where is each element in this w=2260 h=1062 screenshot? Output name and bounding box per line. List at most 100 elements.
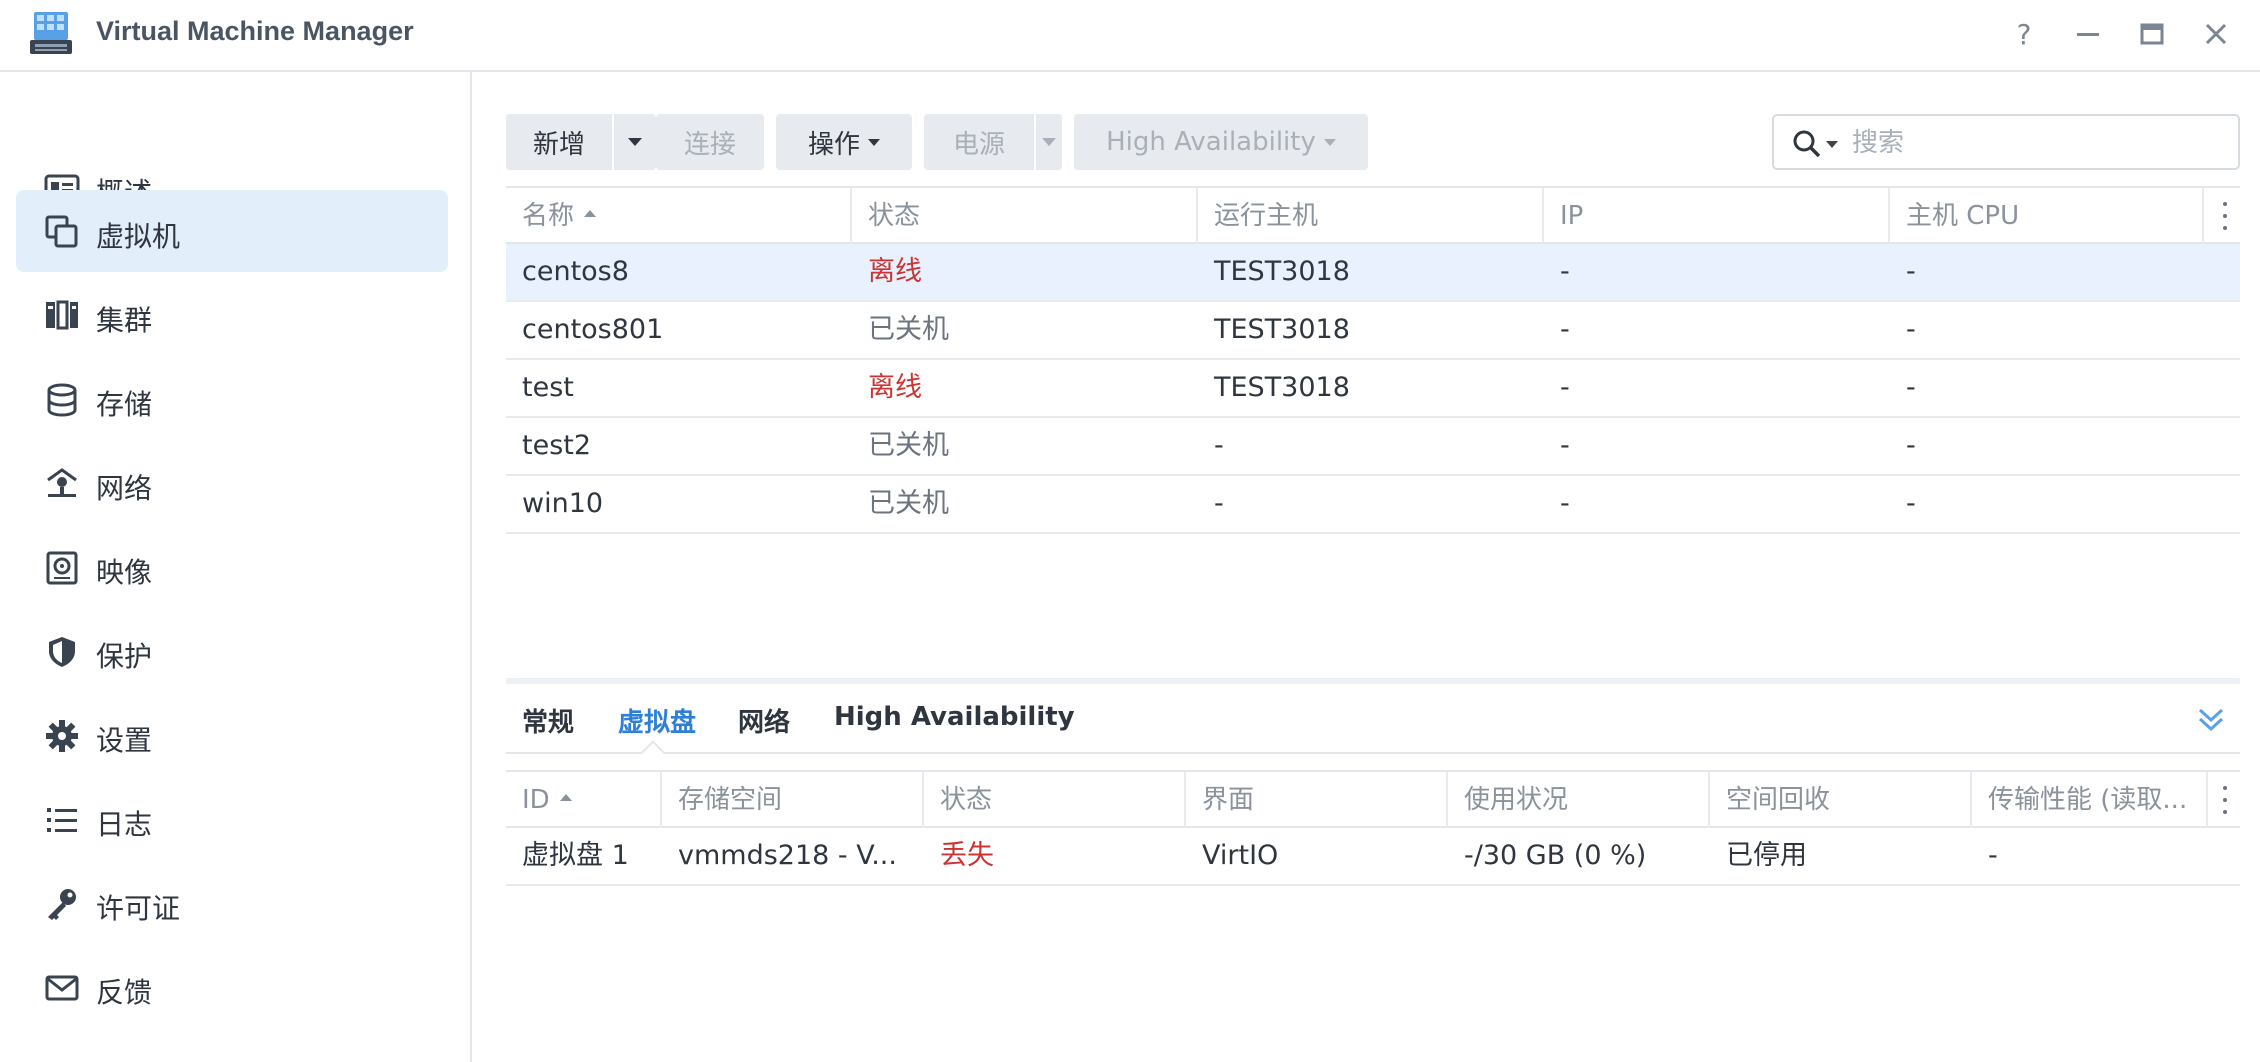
minimize-icon <box>2077 33 2099 36</box>
gear-icon <box>46 720 78 752</box>
vm-host: TEST3018 <box>1214 372 1350 403</box>
sidebar-item-storage[interactable]: 存储 <box>16 358 448 440</box>
disk-table: ID 存储空间 状态 界面 使用状况 空间回收 传输性能 (读取... 虚拟盘 … <box>506 770 2240 886</box>
app-logo-icon <box>30 12 72 54</box>
vm-host: TEST3018 <box>1214 256 1350 287</box>
power-dropdown-button[interactable] <box>1036 114 1062 170</box>
sidebar-item-label: 网络 <box>96 472 153 505</box>
add-dropdown-button[interactable] <box>614 114 656 170</box>
disk-usage: -/30 GB (0 %) <box>1464 840 1647 871</box>
network-icon <box>47 468 77 497</box>
sidebar-item-feedback[interactable]: 反馈 <box>16 946 448 1028</box>
vm-status: 离线 <box>868 372 922 403</box>
column-header-reclaim[interactable]: 空间回收 <box>1710 772 1972 828</box>
column-header-status[interactable]: 状态 <box>852 188 1198 244</box>
sidebar-item-label: 反馈 <box>96 976 153 1009</box>
search-box[interactable] <box>1772 114 2240 170</box>
sidebar-item-network[interactable]: 网络 <box>16 442 448 524</box>
high-availability-button[interactable]: High Availability <box>1074 114 1368 170</box>
column-menu-icon[interactable] <box>2220 786 2230 814</box>
tab-high-availability[interactable]: High Availability <box>834 702 1075 732</box>
sidebar-item-virtual-machine[interactable]: 虚拟机 <box>16 190 448 272</box>
cluster-icon <box>46 300 78 330</box>
disk-status: 丢失 <box>940 840 994 871</box>
vm-ip: - <box>1560 372 1570 403</box>
vm-cpu: - <box>1906 430 1916 461</box>
help-button[interactable]: ? <box>2004 14 2044 54</box>
vm-table-header: 名称 状态 运行主机 IP 主机 CPU <box>506 186 2240 244</box>
vm-status: 已关机 <box>868 314 949 345</box>
column-menu-icon[interactable] <box>2220 202 2230 230</box>
maximize-button[interactable] <box>2132 14 2172 54</box>
virtual-machine-icon <box>45 215 78 248</box>
tab-network[interactable]: 网络 <box>738 702 790 739</box>
sidebar-item-label: 设置 <box>96 724 153 757</box>
column-header-status[interactable]: 状态 <box>924 772 1186 828</box>
sidebar: 概述 虚拟机 集群 存储 网络 映像 保护 设置 日志 许可证 反馈 <box>0 72 472 1062</box>
column-header-host[interactable]: 运行主机 <box>1198 188 1544 244</box>
column-header-id[interactable]: ID <box>506 772 662 828</box>
sidebar-item-log[interactable]: 日志 <box>16 778 448 860</box>
sidebar-item-settings[interactable]: 设置 <box>16 694 448 776</box>
disk-storage: vmmds218 - V... <box>678 840 897 871</box>
close-button[interactable] <box>2196 14 2236 54</box>
close-icon <box>2205 23 2227 45</box>
column-header-performance[interactable]: 传输性能 (读取... <box>1972 772 2208 828</box>
search-options-caret-icon[interactable] <box>1826 141 1838 148</box>
disk-id: 虚拟盘 1 <box>522 840 629 871</box>
vm-host: - <box>1214 488 1224 519</box>
vm-ip: - <box>1560 314 1570 345</box>
vm-table: 名称 状态 运行主机 IP 主机 CPU centos8 离线 TEST3018… <box>506 186 2240 534</box>
table-row[interactable]: test 离线 TEST3018 - - <box>506 360 2240 418</box>
vm-status: 离线 <box>868 256 922 287</box>
table-row[interactable]: win10 已关机 - - - <box>506 476 2240 534</box>
list-icon <box>47 808 77 832</box>
column-header-interface[interactable]: 界面 <box>1186 772 1448 828</box>
sidebar-item-label: 虚拟机 <box>96 220 181 253</box>
vm-ip: - <box>1560 256 1570 287</box>
table-row[interactable]: centos8 离线 TEST3018 - - <box>506 244 2240 302</box>
column-header-ip[interactable]: IP <box>1544 188 1890 244</box>
mail-icon <box>45 975 79 1001</box>
sidebar-item-label: 映像 <box>96 556 153 589</box>
high-availability-label: High Availability <box>1106 127 1316 157</box>
sidebar-item-license[interactable]: 许可证 <box>16 862 448 944</box>
disk-performance: - <box>1988 840 1998 871</box>
sidebar-item-label: 日志 <box>96 808 153 841</box>
sidebar-item-cluster[interactable]: 集群 <box>16 274 448 356</box>
active-tab-pointer <box>640 740 666 766</box>
collapse-panel-icon[interactable] <box>2196 704 2226 734</box>
sidebar-item-label: 许可证 <box>96 892 181 925</box>
tab-general[interactable]: 常规 <box>522 702 574 739</box>
sidebar-item-protection[interactable]: 保护 <box>16 610 448 692</box>
vm-ip: - <box>1560 488 1570 519</box>
power-button[interactable]: 电源 <box>924 114 1034 170</box>
add-button[interactable]: 新增 <box>506 114 612 170</box>
sidebar-item-image[interactable]: 映像 <box>16 526 448 608</box>
caret-down-icon <box>628 138 642 146</box>
maximize-icon <box>2140 23 2164 45</box>
vm-cpu: - <box>1906 256 1916 287</box>
minimize-button[interactable] <box>2068 14 2108 54</box>
vm-cpu: - <box>1906 488 1916 519</box>
tab-virtual-disk[interactable]: 虚拟盘 <box>618 702 696 739</box>
vm-status: 已关机 <box>868 430 949 461</box>
table-row[interactable]: test2 已关机 - - - <box>506 418 2240 476</box>
column-header-name[interactable]: 名称 <box>506 188 852 244</box>
vm-ip: - <box>1560 430 1570 461</box>
action-button[interactable]: 操作 <box>776 114 912 170</box>
connect-button[interactable]: 连接 <box>656 114 764 170</box>
action-button-label: 操作 <box>807 129 860 160</box>
disk-table-header: ID 存储空间 状态 界面 使用状况 空间回收 传输性能 (读取... <box>506 770 2240 828</box>
column-header-usage[interactable]: 使用状况 <box>1448 772 1710 828</box>
column-header-host-cpu[interactable]: 主机 CPU <box>1890 188 2204 244</box>
search-input[interactable] <box>1852 124 2222 162</box>
search-icon <box>1793 130 1821 158</box>
table-row[interactable]: centos801 已关机 TEST3018 - - <box>506 302 2240 360</box>
title-bar: Virtual Machine Manager ? <box>0 0 2260 72</box>
sort-ascending-icon <box>584 210 597 217</box>
column-header-storage[interactable]: 存储空间 <box>662 772 924 828</box>
table-row[interactable]: 虚拟盘 1 vmmds218 - V... 丢失 VirtIO -/30 GB … <box>506 828 2240 886</box>
key-icon <box>48 889 76 920</box>
disk-interface: VirtIO <box>1202 840 1279 871</box>
